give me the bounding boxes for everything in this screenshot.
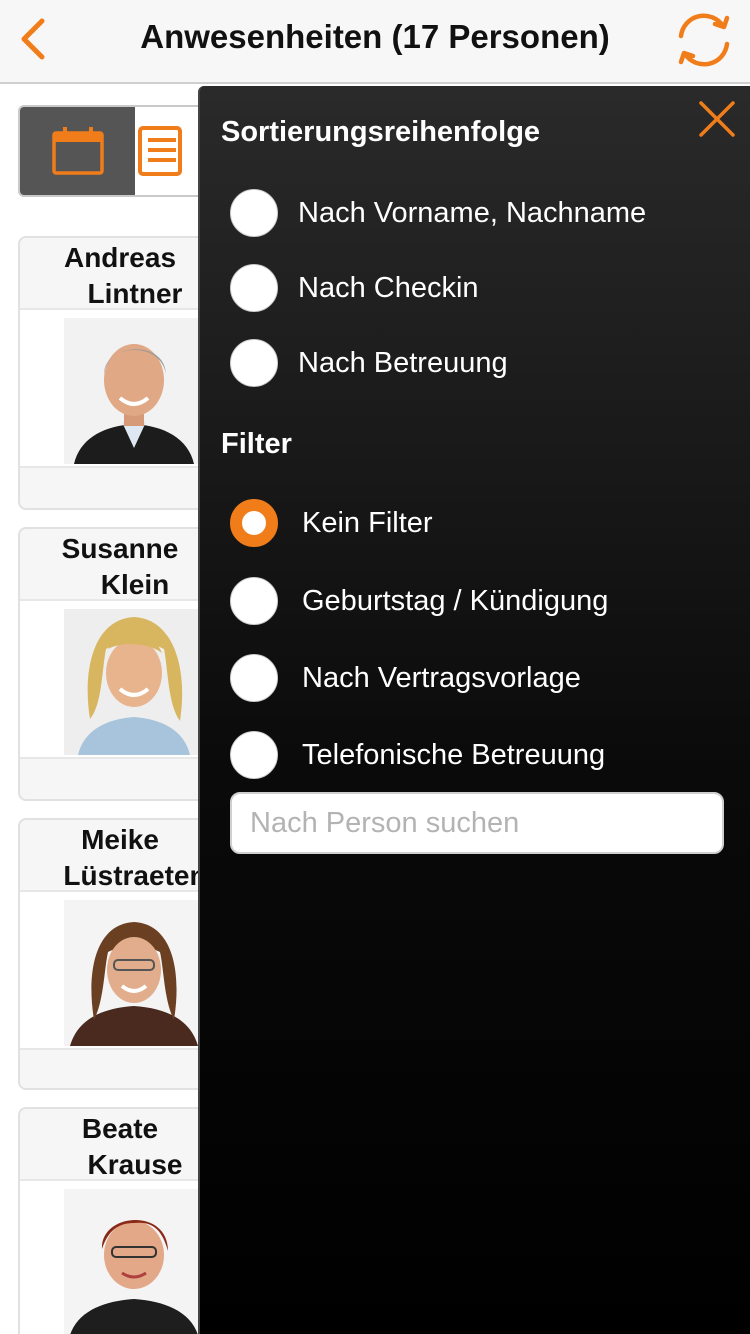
radio-button[interactable] — [230, 731, 278, 779]
radio-label: Nach Vertragsvorlage — [302, 661, 581, 694]
photo-frame — [20, 1179, 216, 1334]
avatar — [64, 318, 204, 464]
filter-heading: Filter — [221, 428, 292, 460]
avatar — [64, 609, 204, 755]
calendar-view-button[interactable] — [20, 107, 135, 195]
refresh-icon — [678, 13, 730, 67]
sort-option-care[interactable]: Nach Betreuung — [230, 338, 508, 388]
calendar-icon — [51, 127, 104, 175]
list-icon — [137, 126, 182, 176]
radio-label: Kein Filter — [302, 506, 433, 539]
radio-label: Nach Betreuung — [298, 346, 508, 379]
page-title: Anwesenheiten (17 Personen) — [140, 18, 610, 55]
photo-frame — [20, 308, 216, 468]
filter-option-phone[interactable]: Telefonische Betreuung — [230, 730, 605, 780]
radio-button[interactable] — [230, 264, 278, 312]
radio-label: Geburtstag / Kündigung — [302, 584, 609, 617]
avatar — [64, 1189, 204, 1334]
radio-button-selected[interactable] — [230, 499, 278, 547]
photo-frame — [20, 890, 216, 1050]
person-card[interactable]: Meike Lüstraeten — [18, 818, 218, 1090]
sort-option-checkin[interactable]: Nach Checkin — [230, 263, 479, 313]
sort-option-name[interactable]: Nach Vorname, Nachname — [230, 188, 646, 238]
filter-option-birthday[interactable]: Geburtstag / Kündigung — [230, 576, 608, 626]
sort-heading: Sortierungsreihenfolge — [221, 116, 541, 148]
filter-option-none[interactable]: Kein Filter — [230, 498, 433, 548]
person-card[interactable]: Susanne Klein — [18, 527, 218, 801]
refresh-button[interactable] — [668, 8, 740, 72]
radio-button[interactable] — [230, 339, 278, 387]
filter-option-contract[interactable]: Nach Vertragsvorlage — [230, 653, 581, 703]
view-toggle — [18, 105, 208, 197]
radio-button[interactable] — [230, 654, 278, 702]
person-card[interactable]: Andreas Lintner — [18, 236, 218, 510]
close-button[interactable] — [692, 94, 742, 144]
person-search-input[interactable] — [230, 792, 724, 854]
radio-label: Telefonische Betreuung — [302, 738, 606, 771]
photo-frame — [20, 599, 216, 759]
person-card[interactable]: Beate Krause — [18, 1107, 218, 1334]
sort-filter-panel: Sortierungsreihenfolge Nach Vorname, Nac… — [198, 86, 750, 1334]
close-icon — [699, 101, 735, 137]
avatar — [64, 900, 204, 1046]
app-header: Anwesenheiten (17 Personen) — [0, 0, 750, 84]
radio-button[interactable] — [230, 577, 278, 625]
radio-label: Nach Checkin — [298, 271, 479, 304]
radio-label: Nach Vorname, Nachname — [298, 196, 647, 229]
radio-button[interactable] — [230, 189, 278, 237]
